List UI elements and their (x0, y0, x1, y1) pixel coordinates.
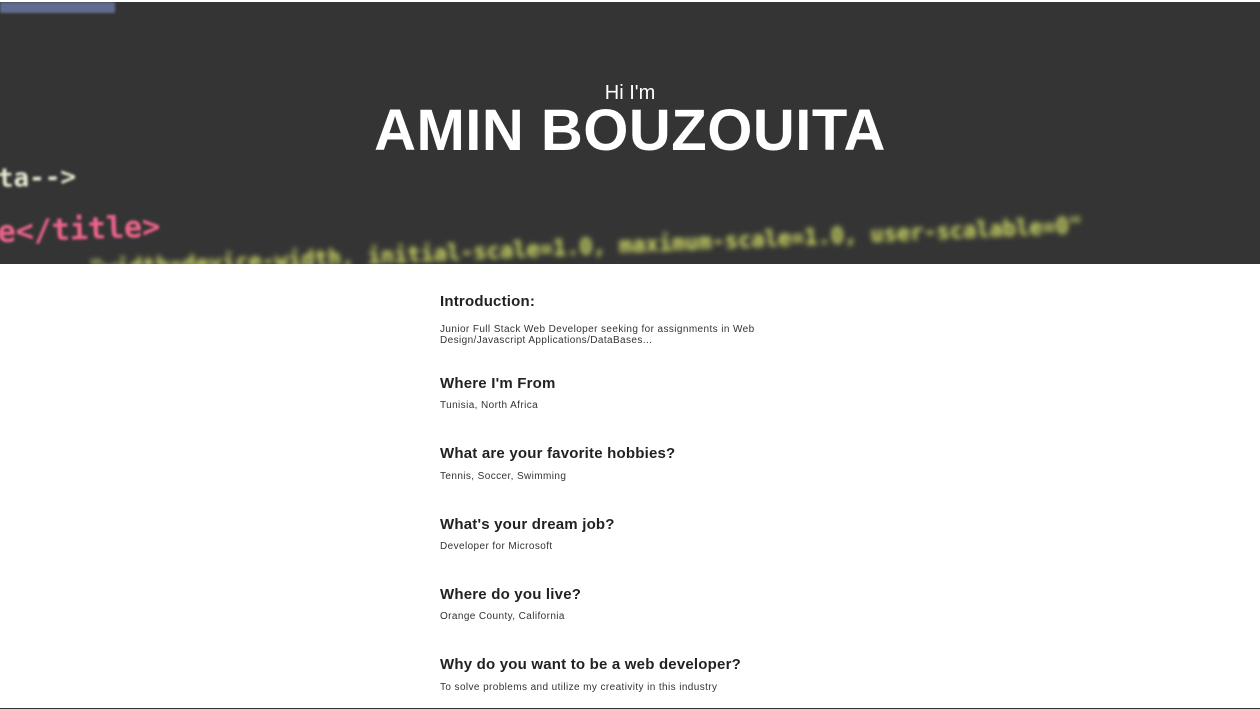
section-dream-job: What's your dream job? Developer for Mic… (440, 515, 840, 585)
section-heading: What are your favorite hobbies? (440, 445, 676, 462)
section-heading: Introduction: (440, 293, 536, 310)
hero-name: AMIN BOUZOUITA (374, 98, 886, 163)
section-where-live: Where do you live? Orange County, Califo… (440, 585, 840, 655)
section-why-web-developer: Why do you want to be a web developer? T… (440, 655, 840, 695)
code-line-comment: ta--> (0, 162, 76, 194)
section-introduction: Introduction: Junior Full Stack Web Deve… (440, 292, 840, 374)
section-body: Orange County, California (440, 611, 565, 622)
section-body: To solve problems and utilize my creativ… (440, 682, 718, 693)
section-body: Tunisia, North Africa (440, 400, 539, 411)
about-content: Introduction: Junior Full Stack Web Deve… (440, 292, 840, 695)
section-body: Junior Full Stack Web Developer seeking … (440, 324, 755, 346)
section-body: Tennis, Soccer, Swimming (440, 471, 567, 482)
section-where-from: Where I'm From Tunisia, North Africa (440, 374, 840, 444)
section-heading: Why do you want to be a web developer? (440, 656, 741, 673)
section-heading: Where do you live? (440, 586, 582, 603)
section-body: Developer for Microsoft (440, 541, 553, 552)
code-line-title: e</title> (0, 209, 161, 250)
page: ta--> e</title> "width=device-width, ini… (0, 0, 1260, 709)
code-line-title-text: e</title> (0, 209, 161, 250)
section-heading: Where I'm From (440, 375, 556, 392)
hero-banner: ta--> e</title> "width=device-width, ini… (0, 2, 1260, 264)
section-heading: What's your dream job? (440, 516, 615, 533)
section-hobbies: What are your favorite hobbies? Tennis, … (440, 444, 840, 515)
code-highlight-bar (0, 2, 115, 13)
